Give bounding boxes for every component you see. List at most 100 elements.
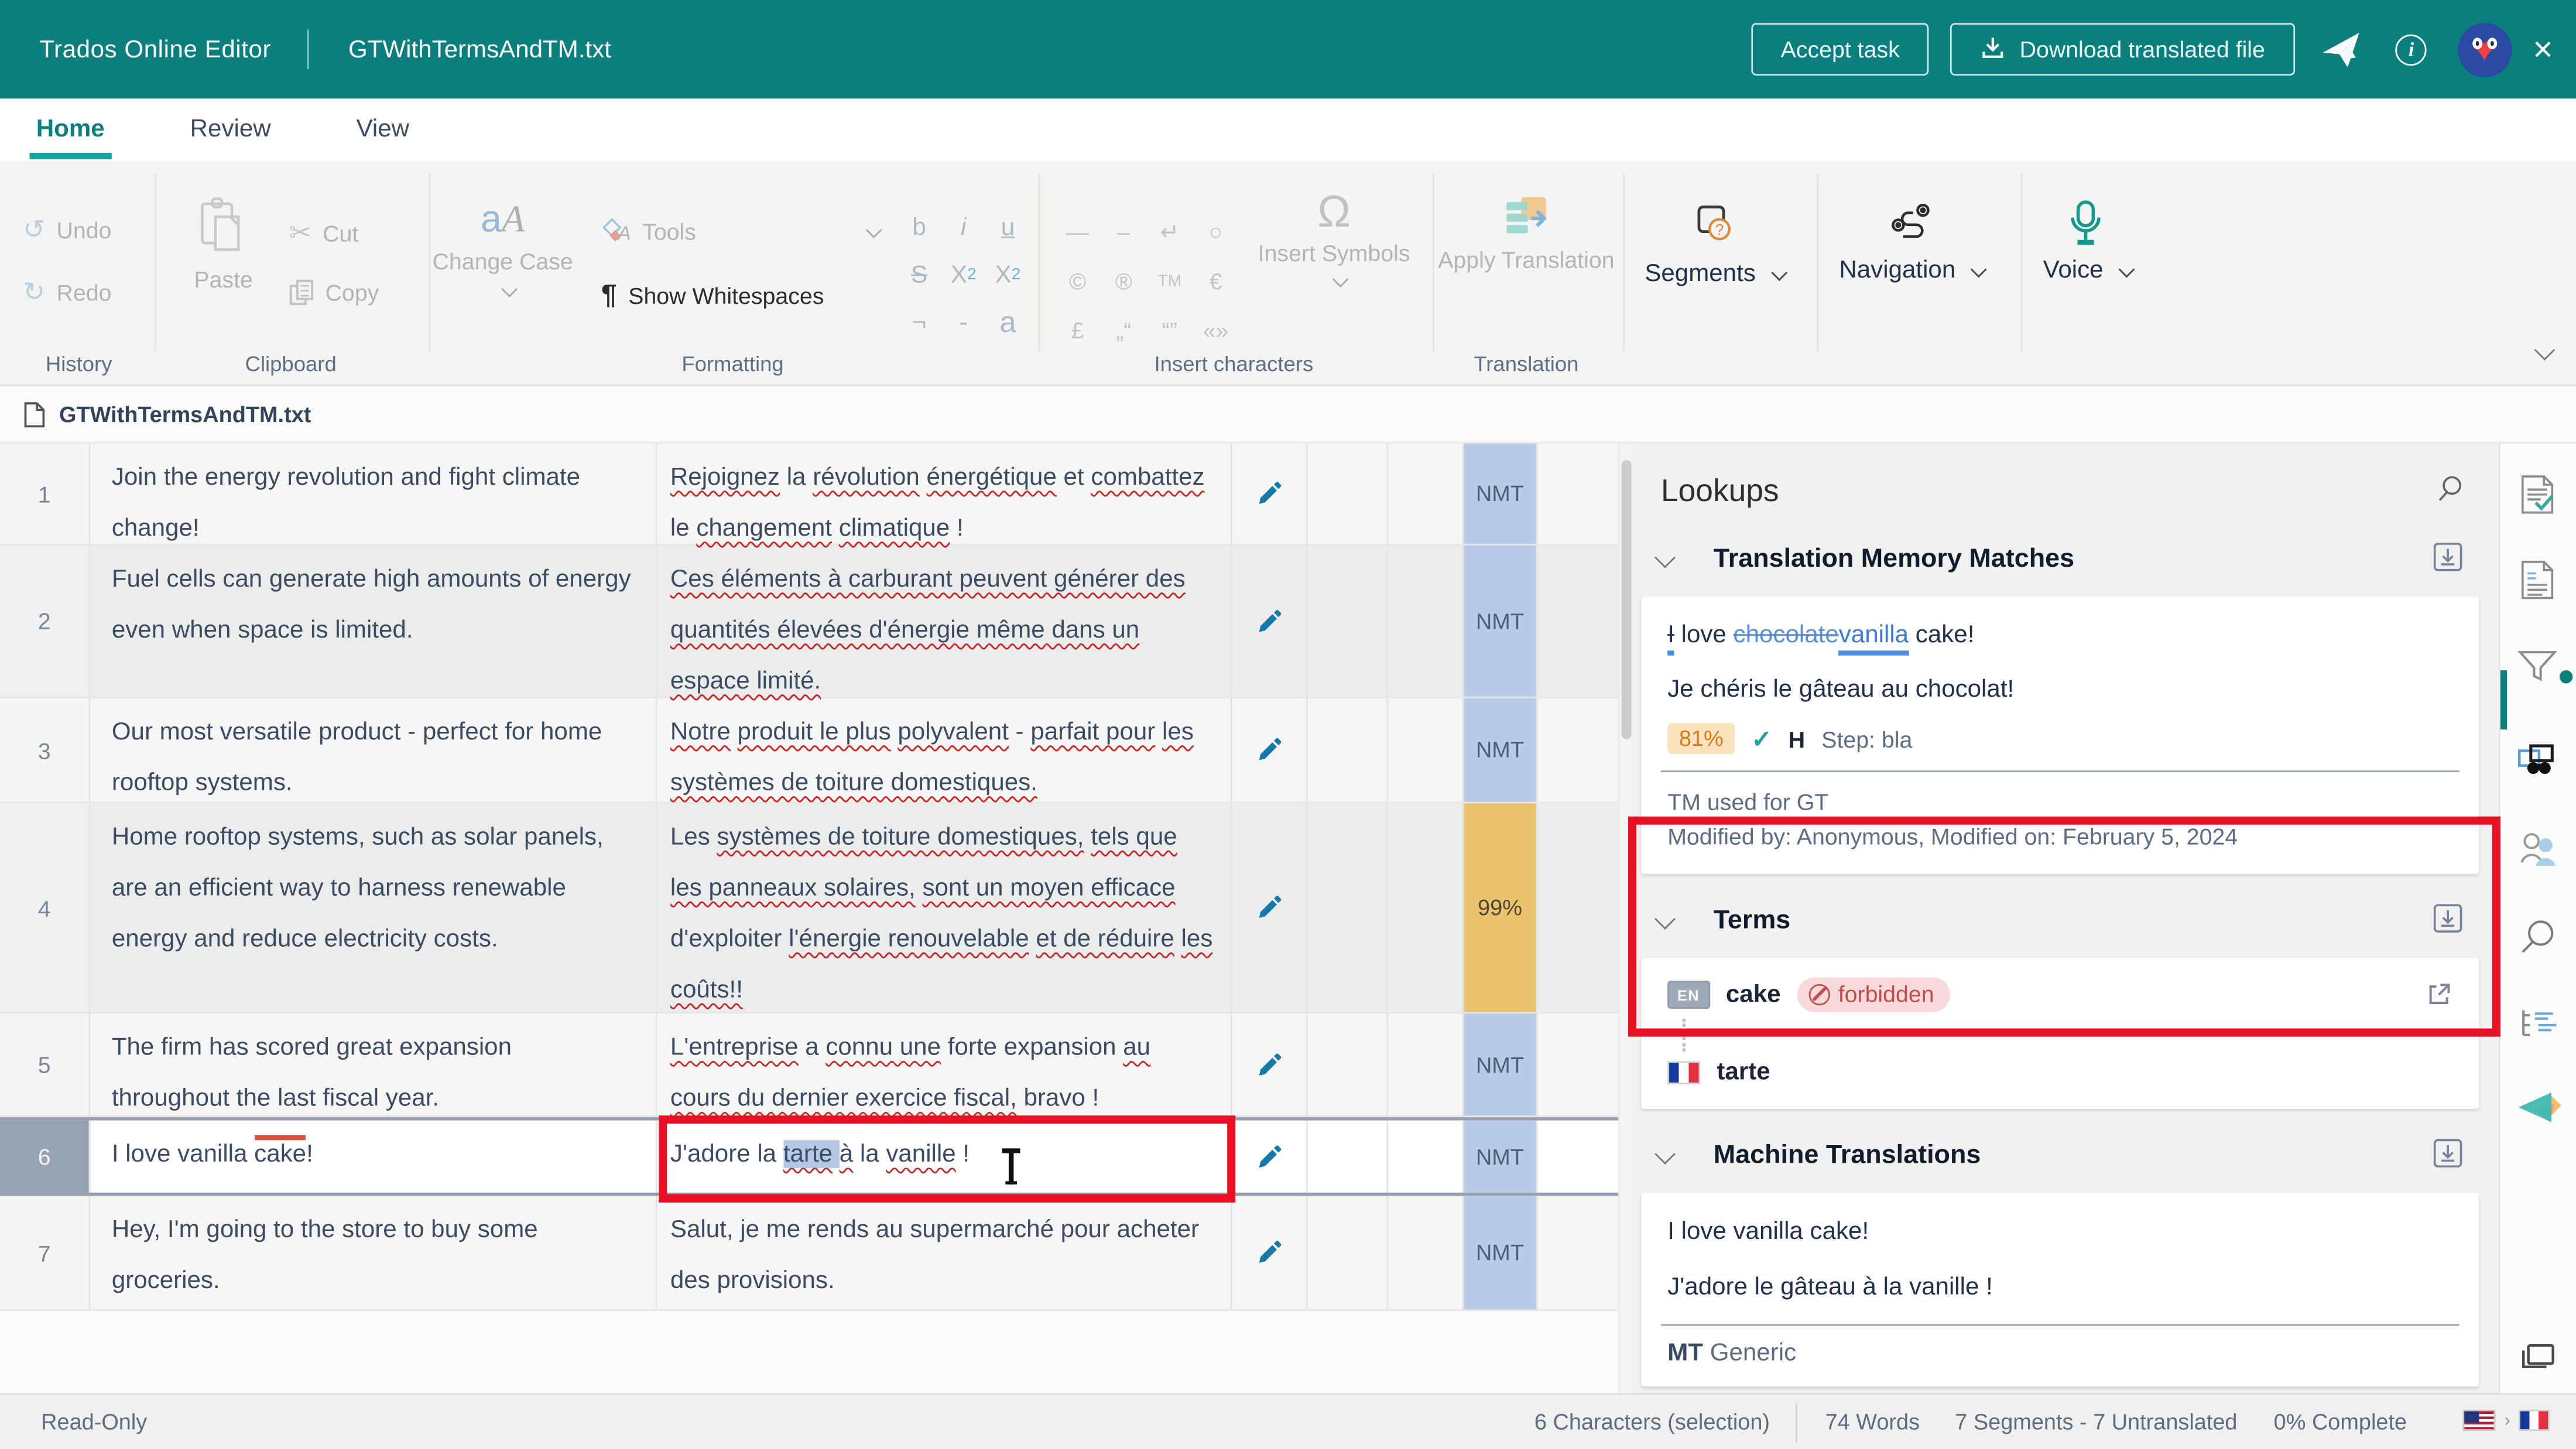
- format---button[interactable]: -: [941, 299, 986, 347]
- copy-button[interactable]: Copy: [289, 279, 379, 306]
- match-origin-badge: NMT: [1464, 546, 1537, 697]
- insert-char-button[interactable]: €: [1193, 256, 1239, 306]
- status-cell: [1308, 546, 1389, 697]
- format-i-button[interactable]: i: [941, 204, 986, 251]
- target-cell[interactable]: Salut, je me rends au supermarché pour a…: [657, 1196, 1232, 1310]
- insert-char-button[interactable]: –: [1101, 207, 1147, 256]
- tm-section-header[interactable]: Translation Memory Matches: [1631, 529, 2499, 590]
- row-number[interactable]: 3: [0, 698, 90, 802]
- segments-table: 1Join the energy revolution and fight cl…: [0, 444, 1618, 1393]
- source-cell[interactable]: The firm has scored great expansion thro…: [90, 1013, 657, 1115]
- insert-symbols-menu[interactable]: Ω Insert Symbols: [1252, 191, 1416, 293]
- format-s-button[interactable]: S: [897, 251, 941, 299]
- insert-char-button[interactable]: TM: [1147, 256, 1193, 306]
- insert-char-button[interactable]: ↵: [1147, 207, 1193, 256]
- target-cell[interactable]: Rejoignez la révolution énergétique et c…: [657, 444, 1232, 544]
- accept-task-button[interactable]: Accept task: [1751, 23, 1929, 76]
- source-cell[interactable]: Join the energy revolution and fight cli…: [90, 444, 657, 544]
- apply-translation-button[interactable]: Apply Translation: [1436, 194, 1617, 273]
- cut-button[interactable]: ✂ Cut: [289, 217, 358, 249]
- edit-pencil-icon[interactable]: [1232, 1121, 1308, 1193]
- target-cell[interactable]: L'entreprise a connu une forte expansion…: [657, 1013, 1232, 1115]
- row-number[interactable]: 6: [0, 1121, 90, 1193]
- comments-icon[interactable]: [2517, 828, 2560, 877]
- row-number[interactable]: 4: [0, 803, 90, 1012]
- window-panel-icon[interactable]: [2519, 1341, 2558, 1382]
- target-cell[interactable]: Notre produit le plus polyvalent - parfa…: [657, 698, 1232, 802]
- document-structure-icon[interactable]: [2517, 1005, 2560, 1053]
- target-cell[interactable]: Les systèmes de toiture domestiques, tel…: [657, 803, 1232, 1012]
- external-link-icon[interactable]: [2425, 981, 2453, 1017]
- insert-char-button[interactable]: ○: [1193, 207, 1239, 256]
- voice-menu[interactable]: Voice: [2043, 197, 2130, 285]
- edit-pencil-icon[interactable]: [1232, 698, 1308, 802]
- navigation-menu[interactable]: Navigation: [1839, 200, 1982, 284]
- insert-char-button[interactable]: £: [1055, 306, 1101, 355]
- tools-menu[interactable]: A Tools: [601, 217, 877, 246]
- apply-tm-match-icon[interactable]: [2433, 542, 2463, 580]
- show-whitespaces-toggle[interactable]: ¶ Show Whitespaces: [601, 279, 824, 312]
- assistant-bird-icon[interactable]: [2316, 28, 2365, 71]
- row-number[interactable]: 7: [0, 1196, 90, 1310]
- avatar[interactable]: ♥: [2457, 22, 2512, 77]
- format-u-button[interactable]: u: [986, 204, 1030, 251]
- right-toolbar: [2499, 444, 2576, 1393]
- format-x-sup-button[interactable]: X2: [986, 251, 1030, 299]
- mt-card[interactable]: I love vanilla cake! J'adore le gâteau à…: [1641, 1193, 2479, 1386]
- collapse-ribbon-chevron-icon[interactable]: [2527, 338, 2550, 365]
- row-number[interactable]: 5: [0, 1013, 90, 1115]
- info-icon[interactable]: i: [2387, 34, 2436, 65]
- close-icon[interactable]: ×: [2533, 32, 2553, 67]
- french-flag-icon: [1667, 1060, 1700, 1083]
- insert-char-button[interactable]: ©: [1055, 256, 1101, 306]
- row-number[interactable]: 1: [0, 444, 90, 544]
- lookups-panel-icon[interactable]: [2516, 736, 2561, 785]
- file-details-icon[interactable]: [2517, 559, 2558, 611]
- insert-char-button[interactable]: “”: [1147, 306, 1193, 355]
- target-cell[interactable]: J'adore la tarte à la vanille !: [657, 1121, 1232, 1193]
- change-case-button[interactable]: aA Change Case: [433, 200, 573, 304]
- target-cell[interactable]: Ces éléments à carburant peuvent générer…: [657, 546, 1232, 697]
- format-a-button[interactable]: a: [986, 299, 1030, 347]
- edit-pencil-icon[interactable]: [1232, 1196, 1308, 1310]
- paste-button[interactable]: Paste: [194, 197, 252, 294]
- format-x-sub-button[interactable]: X2: [941, 251, 986, 299]
- insert-char-button[interactable]: „“: [1101, 306, 1147, 355]
- terms-section-header[interactable]: Terms: [1631, 890, 2499, 951]
- edit-pencil-icon[interactable]: [1232, 803, 1308, 1012]
- language-pair[interactable]: ›: [2463, 1410, 2550, 1431]
- format-¬-button[interactable]: ¬: [897, 299, 941, 347]
- edit-pencil-icon[interactable]: [1232, 444, 1308, 544]
- insert-term-icon[interactable]: [2433, 903, 2463, 941]
- preview-document-icon[interactable]: [2517, 473, 2558, 526]
- insert-char-button[interactable]: ®: [1101, 256, 1147, 306]
- advanced-search-icon[interactable]: [2517, 917, 2558, 966]
- edit-pencil-icon[interactable]: [1232, 1013, 1308, 1115]
- undo-button[interactable]: ↺ Undo: [23, 214, 111, 246]
- apply-mt-icon[interactable]: [2433, 1139, 2463, 1177]
- filter-icon[interactable]: [2517, 648, 2560, 694]
- table-scrollbar[interactable]: [1618, 444, 1631, 1393]
- tab-home[interactable]: Home: [33, 100, 108, 157]
- source-cell[interactable]: Hey, I'm going to the store to buy some …: [90, 1196, 657, 1310]
- mt-section-header[interactable]: Machine Translations: [1631, 1125, 2499, 1186]
- insert-char-button[interactable]: —: [1055, 207, 1101, 256]
- tm-match-card[interactable]: I love chocolatevanilla cake! Je chéris …: [1641, 597, 2479, 874]
- source-cell[interactable]: Our most versatile product - perfect for…: [90, 698, 657, 802]
- segments-menu[interactable]: ? Segments: [1645, 204, 1782, 287]
- source-cell[interactable]: Fuel cells can generate high amounts of …: [90, 546, 657, 697]
- edit-pencil-icon[interactable]: [1232, 546, 1308, 697]
- search-icon[interactable]: [2435, 473, 2466, 512]
- trados-assistant-icon[interactable]: [2515, 1088, 2561, 1135]
- tab-view[interactable]: View: [353, 100, 413, 157]
- source-cell[interactable]: I love vanilla cake!: [90, 1121, 657, 1193]
- terms-card[interactable]: EN cake forbidden tarte: [1641, 958, 2479, 1109]
- tab-review[interactable]: Review: [187, 100, 274, 157]
- redo-button[interactable]: ↻ Redo: [23, 276, 111, 309]
- insert-char-button[interactable]: «»: [1193, 306, 1239, 355]
- row-number[interactable]: 2: [0, 546, 90, 697]
- mt-source-text: I love vanilla cake!: [1667, 1212, 2452, 1252]
- download-translated-file-button[interactable]: Download translated file: [1951, 23, 2295, 76]
- format-b-button[interactable]: b: [897, 204, 941, 251]
- source-cell[interactable]: Home rooftop systems, such as solar pane…: [90, 803, 657, 1012]
